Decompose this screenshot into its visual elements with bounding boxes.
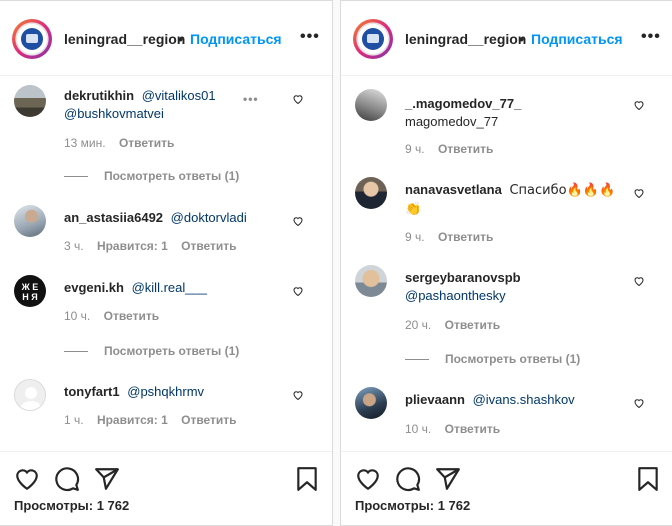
reply-button[interactable]: Ответить (119, 136, 174, 150)
like-icon[interactable] (292, 389, 304, 401)
profile-username[interactable]: leningrad__region (64, 31, 185, 47)
comment-avatar[interactable] (355, 177, 387, 209)
comment-time[interactable]: 3 ч. (64, 239, 84, 253)
bookmark-icon[interactable] (635, 466, 661, 492)
comment-username[interactable]: an_astasiia6492 (64, 210, 163, 225)
comment-mention[interactable]: @kill.real___ (132, 280, 207, 295)
comment-avatar[interactable] (355, 89, 387, 121)
comment-mention[interactable]: @bushkovmatvei (64, 106, 164, 121)
comment-mention[interactable]: @pshqkhrmv (127, 384, 204, 399)
reply-button[interactable]: Ответить (438, 230, 493, 244)
comment-time[interactable]: 10 ч. (64, 309, 90, 323)
reply-button[interactable]: Ответить (438, 142, 493, 156)
view-replies-label: Посмотреть ответы (1) (104, 344, 240, 358)
post-header: leningrad__region • Подписаться ••• (341, 1, 672, 76)
post-panel-left: leningrad__region • Подписаться ••• dekr… (0, 0, 333, 526)
view-replies-label: Посмотреть ответы (1) (445, 352, 581, 366)
comment-avatar[interactable] (14, 379, 46, 411)
comment-username[interactable]: tonyfart1 (64, 384, 120, 399)
views-count: Просмотры: 1 762 (355, 498, 471, 513)
like-icon[interactable] (633, 275, 645, 287)
comment-time[interactable]: 1 ч. (64, 413, 84, 427)
comment-username[interactable]: dekrutikhin (64, 88, 134, 103)
likes-count[interactable]: Нравится: 1 (97, 413, 168, 427)
comment-mention[interactable]: @pashaonthesky (405, 288, 506, 303)
view-replies-label: Посмотреть ответы (1) (104, 169, 240, 183)
profile-avatar[interactable] (12, 19, 52, 59)
comment-username[interactable]: plievaann (405, 392, 465, 407)
heart-icon[interactable] (355, 466, 381, 492)
comment-text: Спасибо🔥🔥🔥 (509, 183, 616, 198)
comment-time[interactable]: 9 ч. (405, 230, 425, 244)
heart-icon[interactable] (14, 466, 40, 492)
more-options-icon[interactable]: ••• (300, 28, 320, 46)
comment-time[interactable]: 13 мин. (64, 136, 106, 150)
reply-button[interactable]: Ответить (445, 318, 500, 332)
follow-button[interactable]: Подписаться (190, 31, 282, 47)
profile-username[interactable]: leningrad__region (405, 31, 526, 47)
comment-avatar[interactable] (14, 205, 46, 237)
comment-avatar[interactable] (14, 85, 46, 117)
views-count: Просмотры: 1 762 (14, 498, 130, 513)
view-replies-button[interactable]: Посмотреть ответы (1) (64, 169, 239, 183)
post-actions-bar: Просмотры: 1 762 (0, 451, 332, 525)
post-panel-right: leningrad__region • Подписаться ••• _.ma… (340, 0, 672, 526)
comment-username[interactable]: _.magomedov_77_ (405, 96, 521, 111)
comment-text: magomedov_77 (405, 114, 499, 129)
share-icon[interactable] (94, 466, 120, 492)
header-separator: • (519, 31, 524, 47)
comment-avatar[interactable] (355, 387, 387, 419)
comment-avatar[interactable] (355, 265, 387, 297)
default-avatar-icon (19, 387, 43, 410)
view-replies-button[interactable]: Посмотреть ответы (1) (405, 352, 580, 366)
like-icon[interactable] (292, 93, 304, 105)
comment-time[interactable]: 20 ч. (405, 318, 431, 332)
like-icon[interactable] (292, 285, 304, 297)
comment-more-icon[interactable]: ••• (243, 92, 259, 106)
comment-mention[interactable]: @ivans.shashkov (473, 392, 575, 407)
header-separator: • (178, 31, 183, 47)
reply-button[interactable]: Ответить (181, 239, 236, 253)
bookmark-icon[interactable] (294, 466, 320, 492)
comment-avatar[interactable]: Ж Е Н Я (14, 275, 46, 307)
comment-username[interactable]: evgeni.kh (64, 280, 124, 295)
post-header: leningrad__region • Подписаться ••• (0, 1, 332, 76)
comment-time[interactable]: 10 ч. (405, 422, 431, 436)
like-icon[interactable] (292, 215, 304, 227)
reply-button[interactable]: Ответить (181, 413, 236, 427)
profile-avatar[interactable] (353, 19, 393, 59)
follow-button[interactable]: Подписаться (531, 31, 623, 47)
likes-count[interactable]: Нравится: 1 (97, 239, 168, 253)
comment-text-emoji: 👏 (405, 202, 422, 217)
more-options-icon[interactable]: ••• (641, 28, 661, 46)
comment-username[interactable]: nanavasvetlana (405, 182, 502, 197)
like-icon[interactable] (633, 397, 645, 409)
comment-username[interactable]: sergeybaranovspb (405, 270, 521, 285)
comment-time[interactable]: 9 ч. (405, 142, 425, 156)
comment-mention[interactable]: @doktorvladi (171, 210, 247, 225)
reply-button[interactable]: Ответить (445, 422, 500, 436)
comment-icon[interactable] (395, 466, 421, 492)
post-actions-bar: Просмотры: 1 762 (341, 451, 672, 525)
comment-mention[interactable]: @vitalikos01 (142, 88, 216, 103)
comment-icon[interactable] (54, 466, 80, 492)
share-icon[interactable] (435, 466, 461, 492)
view-replies-button[interactable]: Посмотреть ответы (1) (64, 344, 239, 358)
avatar-logo-text: Ж Е Н Я (21, 282, 39, 302)
like-icon[interactable] (633, 99, 645, 111)
like-icon[interactable] (633, 187, 645, 199)
reply-button[interactable]: Ответить (104, 309, 159, 323)
